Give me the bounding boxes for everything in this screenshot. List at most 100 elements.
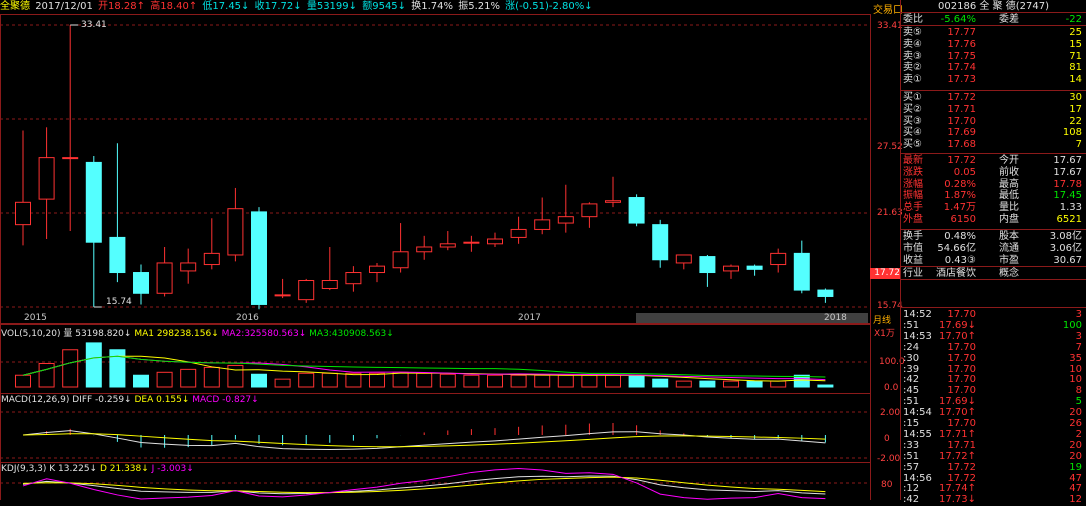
tick-price: 17.73↓ (938, 494, 976, 506)
stat-label-2: 今开 (999, 155, 1019, 166)
volume-bar-18 (439, 373, 456, 388)
buy-level-4[interactable]: 买④ 17.69 108 (901, 127, 1086, 139)
info-value-2: 30.67 (1053, 254, 1082, 266)
candle-body-22 (534, 219, 551, 230)
volume-bar-13 (321, 372, 338, 388)
candle-body-26 (628, 197, 645, 224)
info-row-2[interactable]: 收益 0.43③ 市盈 30.67 (901, 255, 1086, 267)
candle-body-23 (557, 216, 574, 224)
weicha-label: 委差 (999, 14, 1019, 25)
info-label: 换手 (903, 231, 923, 242)
buy-label: 买③ (903, 115, 922, 127)
candle-body-13 (321, 280, 338, 289)
buy-level-3[interactable]: 买③ 17.70 22 (901, 116, 1086, 128)
buy-price: 17.69 (947, 127, 976, 139)
panel-separator (901, 153, 1086, 154)
industry-value[interactable]: 酒店餐饮 (936, 268, 976, 280)
price-tick-2: 27.52 (877, 142, 903, 152)
sell-volume: 14 (1069, 74, 1082, 86)
info-row-0[interactable]: 换手 0.48% 股本 3.08亿 (901, 231, 1086, 243)
volume-bar-7 (180, 368, 197, 388)
price-tick-4: 15.74 (877, 301, 903, 311)
volume-bar-21 (510, 374, 527, 388)
candle-body-16 (392, 251, 409, 269)
buy-label: 买④ (903, 127, 922, 139)
kdj-title: KDJ(9,3,3) (1, 464, 47, 474)
tick-row[interactable]: :42 17.73↓ 12 (901, 494, 1086, 506)
info-label-2: 市盈 (999, 254, 1019, 266)
macd-tick-2: 2.00 (880, 408, 901, 418)
quote-header: 002186 全 聚 德(2747) (938, 1, 1049, 12)
candle-body-32 (770, 252, 787, 266)
stat-value: 1.87% (944, 190, 976, 202)
stat-row-2[interactable]: 涨幅 0.28% 最高 17.78 (901, 179, 1086, 191)
industry-label: 行业 (903, 268, 923, 279)
buy-level-1[interactable]: 买① 17.72 30 (901, 92, 1086, 104)
stat-row-4[interactable]: 总手 1.47万 量比 1.33 (901, 202, 1086, 214)
sell-level-5[interactable]: 卖⑤ 17.77 25 (901, 27, 1086, 39)
volume-bar-22 (534, 374, 551, 388)
industry-row: 行业 酒店餐饮 概念 (901, 268, 1086, 280)
buy-volume: 30 (1069, 92, 1082, 103)
info-row-1[interactable]: 市值 54.66亿 流通 3.06亿 (901, 243, 1086, 255)
price-tick-1: 33.41 (877, 21, 903, 31)
buy-price: 17.70 (947, 115, 976, 127)
candle-body-29 (699, 256, 716, 274)
volume-bar-27 (652, 378, 669, 388)
price-tick-3: 21.63 (877, 208, 903, 218)
volume-bar-17 (416, 372, 433, 388)
stat-value-2: 6521 (1056, 214, 1082, 225)
sell-level-4[interactable]: 卖④ 17.76 15 (901, 39, 1086, 51)
weicha-value: -22 (1065, 14, 1082, 25)
macd-title: MACD(12,26,9) (1, 395, 70, 405)
info-value-2: 3.06亿 (1049, 242, 1082, 254)
candle-body-27 (652, 224, 669, 261)
info-label: 市值 (903, 242, 923, 254)
volume-bar-5 (133, 374, 149, 388)
stat-label-2: 最低 (999, 190, 1019, 202)
period-selector[interactable]: 月线 (873, 313, 891, 326)
stat-value: 1.47万 (943, 202, 976, 214)
stat-row-5[interactable]: 外盘 6150 内盘 6521 (901, 214, 1086, 226)
stat-value-2: 17.67 (1053, 155, 1082, 166)
weibi-row: 委比 -5.64% 委差 -22 (901, 14, 1086, 26)
sell-label: 卖① (903, 74, 922, 86)
stat-value-2: 1.33 (1059, 202, 1082, 214)
x-label-2015: 2015 (24, 313, 47, 323)
x-label-2018: 2018 (824, 313, 847, 323)
candle-body-31 (746, 265, 763, 270)
macd-tick-0: 0 (884, 434, 890, 444)
volume-bar-20 (487, 374, 503, 388)
quote-panel: 002186 全 聚 德(2747) 委比 -5.64% 委差 -22 卖⑤ 17… (901, 0, 1086, 505)
volume-bar-24 (581, 374, 598, 388)
candle-body-34 (817, 289, 834, 297)
buy-level-5[interactable]: 买⑤ 17.68 7 (901, 139, 1086, 151)
candle-body-28 (675, 254, 692, 264)
candle-body-7 (180, 262, 197, 272)
buy-level-2[interactable]: 买② 17.71 17 (901, 104, 1086, 116)
volume-bar-25 (605, 374, 621, 388)
stat-value: 0.28% (944, 178, 976, 190)
buy-price: 17.72 (947, 92, 976, 103)
buy-volume: 108 (1062, 127, 1082, 139)
volume-bar-34 (817, 384, 834, 388)
macd-diff: DIFF -0.259↓ (72, 395, 132, 405)
buy-label: 买① (903, 92, 922, 103)
concept-label[interactable]: 概念 (999, 268, 1019, 280)
sell-level-3[interactable]: 卖③ 17.75 71 (901, 51, 1086, 63)
stat-label: 总手 (903, 202, 923, 214)
panel-separator (901, 25, 1086, 26)
stat-row-1[interactable]: 涨跌 0.05 前收 17.67 (901, 167, 1086, 179)
sell-level-2[interactable]: 卖② 17.74 81 (901, 62, 1086, 74)
info-label-2: 股本 (999, 231, 1019, 242)
candle-body-1 (38, 157, 55, 200)
sell-label: 卖⑤ (903, 27, 922, 38)
sell-level-1[interactable]: 卖① 17.73 14 (901, 74, 1086, 86)
candle-body-18 (439, 243, 456, 248)
vol-unit: X1万 (874, 329, 895, 339)
volume-bar-30 (723, 380, 739, 388)
stat-row-3[interactable]: 振幅 1.87% 最低 17.45 (901, 190, 1086, 202)
kdj-k: K 13.225↓ (49, 464, 98, 474)
kdj-tick-80: 80 (881, 480, 893, 490)
stat-row-0[interactable]: 最新 17.72 今开 17.67 (901, 155, 1086, 167)
